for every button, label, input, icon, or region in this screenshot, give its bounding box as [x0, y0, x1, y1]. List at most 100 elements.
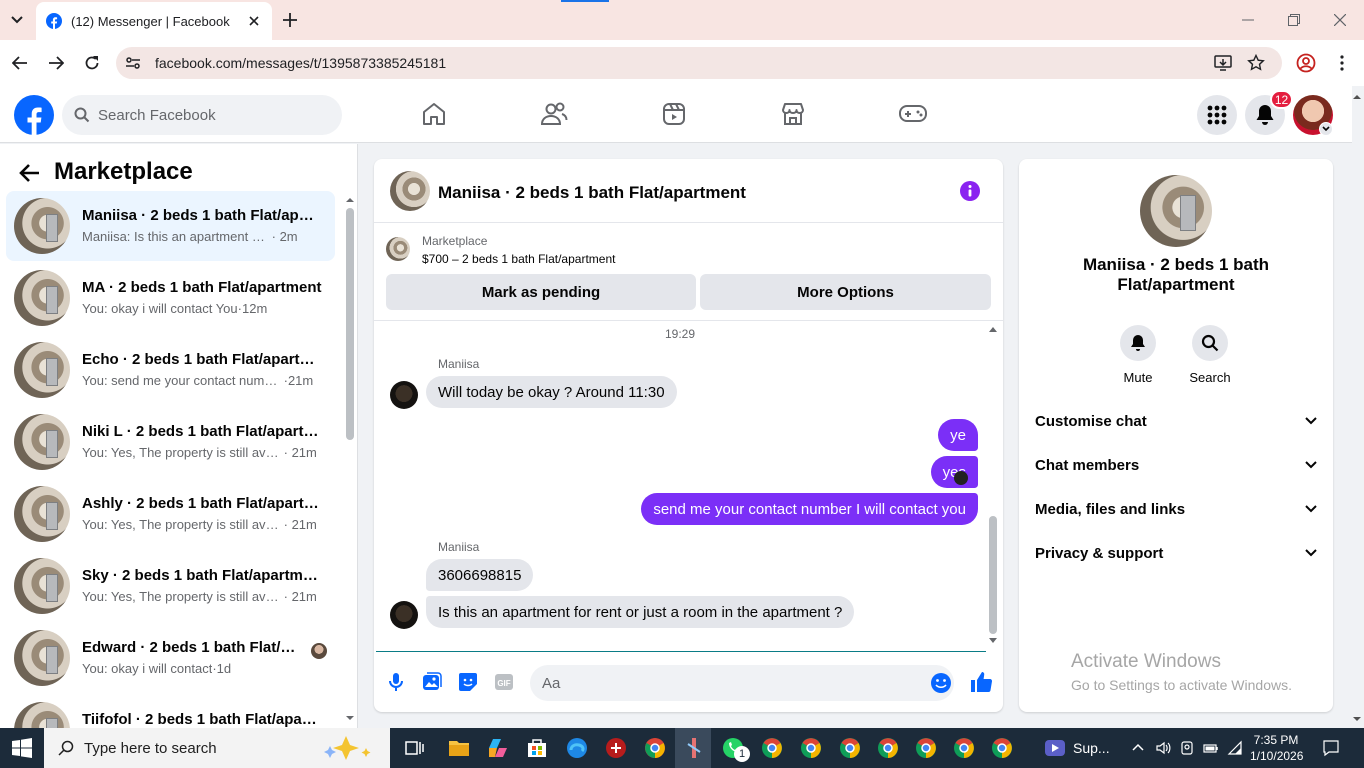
message-bubble-incoming[interactable]: Will today be okay ? Around 11:30 — [426, 376, 677, 408]
wifi-icon[interactable] — [1227, 740, 1243, 756]
chrome-profile-icon[interactable] — [643, 736, 667, 760]
chrome-profile-icon[interactable] — [838, 736, 862, 760]
chrome-profile-icon[interactable] — [952, 736, 976, 760]
section-privacy-support[interactable]: Privacy & support — [1035, 541, 1317, 565]
chrome-profile-icon[interactable] — [990, 736, 1014, 760]
facebook-search[interactable] — [62, 95, 342, 135]
sidebar-scroll-down-arrow[interactable] — [346, 714, 354, 722]
nav-friends[interactable] — [539, 99, 569, 129]
emoji-icon[interactable] — [930, 672, 952, 694]
microsoft-store-icon[interactable] — [525, 736, 549, 760]
reload-button[interactable] — [80, 51, 104, 75]
facebook-logo-icon[interactable] — [14, 95, 54, 135]
taskbar-search[interactable]: Type here to search — [44, 728, 390, 768]
more-options-button[interactable]: More Options — [700, 274, 991, 310]
listing-thumbnail — [14, 414, 70, 470]
voice-clip-button[interactable] — [385, 671, 407, 693]
attach-photo-button[interactable] — [421, 671, 443, 693]
message-bubble-incoming[interactable]: Is this an apartment for rent or just a … — [426, 596, 855, 628]
message-bubble-outgoing[interactable]: send me your contact number I will conta… — [641, 493, 978, 525]
back-button[interactable] — [8, 51, 32, 75]
browser-tab-active[interactable]: (12) Messenger | Facebook — [36, 2, 272, 40]
tab-close-icon[interactable] — [246, 13, 262, 29]
search-action[interactable]: Search — [1180, 325, 1240, 385]
notification-center-icon[interactable] — [1322, 739, 1340, 757]
search-input[interactable] — [98, 106, 318, 124]
profile-button[interactable] — [1294, 51, 1318, 75]
tab-search-dropdown[interactable] — [6, 9, 28, 31]
page-scroll-up-arrow[interactable] — [1352, 92, 1362, 102]
file-explorer-icon[interactable] — [447, 736, 471, 760]
sidebar-scroll-up-arrow[interactable] — [346, 196, 354, 204]
message-bubble-outgoing[interactable]: yes — [930, 456, 978, 488]
section-media-files-links[interactable]: Media, files and links — [1035, 497, 1317, 521]
info-icon[interactable] — [960, 181, 980, 201]
battery-icon[interactable] — [1203, 740, 1219, 756]
meet-now-icon[interactable] — [1179, 740, 1195, 756]
mark-as-pending-button[interactable]: Mark as pending — [386, 274, 696, 310]
volume-icon[interactable] — [1155, 740, 1171, 756]
site-info-icon[interactable] — [124, 54, 142, 72]
chat-scrollbar-thumb[interactable] — [989, 516, 997, 634]
back-arrow-icon[interactable] — [18, 161, 42, 185]
message-bubble-outgoing[interactable]: ye — [938, 419, 978, 451]
task-view-icon[interactable] — [402, 736, 426, 760]
section-chat-members[interactable]: Chat members — [1035, 453, 1317, 477]
sender-avatar[interactable] — [390, 381, 418, 409]
browser-menu-button[interactable] — [1330, 51, 1354, 75]
message-bubble-incoming[interactable]: 3606698815 — [426, 559, 534, 591]
chrome-profile-icon[interactable] — [876, 736, 900, 760]
menu-button[interactable] — [1197, 95, 1237, 135]
forward-button[interactable] — [44, 51, 68, 75]
edge-icon[interactable] — [565, 736, 589, 760]
page-scroll-down-arrow[interactable] — [1352, 714, 1362, 724]
conversation-item[interactable]: Echo · 2 beds 1 bath Flat/apartment You:… — [6, 335, 335, 405]
install-app-icon[interactable] — [1214, 54, 1232, 72]
system-clock[interactable]: 7:35 PM 1/10/2026 — [1250, 732, 1303, 764]
copilot-icon[interactable] — [486, 736, 510, 760]
listing-detail[interactable]: $700 – 2 beds 1 bath Flat/apartment — [422, 252, 615, 266]
chat-scroll-down-arrow[interactable] — [988, 637, 998, 645]
conversation-item[interactable]: Ashly · 2 beds 1 bath Flat/apartment You… — [6, 479, 335, 549]
conversation-item[interactable]: Niki L · 2 beds 1 bath Flat/apartment Yo… — [6, 407, 335, 477]
nav-marketplace[interactable] — [778, 99, 808, 129]
window-minimize-button[interactable] — [1238, 10, 1258, 30]
new-tab-button[interactable] — [280, 10, 300, 30]
sticker-icon — [459, 673, 477, 691]
sidebar-scrollbar-thumb[interactable] — [346, 208, 354, 440]
window-close-button[interactable] — [1330, 10, 1350, 30]
taskbar-app-label[interactable]: Sup... — [1073, 740, 1110, 756]
chat-thumbnail[interactable] — [390, 171, 430, 211]
nav-video[interactable] — [659, 99, 689, 129]
nav-gaming[interactable] — [898, 99, 928, 129]
section-customise-chat[interactable]: Customise chat — [1035, 409, 1317, 433]
conversation-info-panel: Maniisa · 2 beds 1 bath Flat/apartment M… — [1019, 159, 1333, 712]
address-bar[interactable]: facebook.com/messages/t/1395873385245181 — [116, 47, 1282, 79]
sticker-button[interactable] — [457, 671, 479, 693]
bookmark-star-icon[interactable] — [1247, 54, 1265, 72]
game-app-icon[interactable] — [604, 736, 628, 760]
tray-chevron-up-icon[interactable] — [1130, 740, 1146, 756]
gif-button[interactable]: GIF — [493, 671, 515, 693]
conversation-item[interactable]: Sky · 2 beds 1 bath Flat/apartment You: … — [6, 551, 335, 621]
message-input[interactable] — [530, 665, 954, 701]
account-caret[interactable] — [1319, 122, 1333, 136]
windows-start-icon[interactable] — [12, 738, 32, 758]
thumbs-up-icon[interactable] — [969, 670, 993, 694]
mute-action[interactable]: Mute — [1108, 325, 1168, 385]
chat-title[interactable]: Maniisa · 2 beds 1 bath Flat/apartment — [438, 183, 746, 203]
window-restore-button[interactable] — [1284, 10, 1304, 30]
sender-avatar[interactable] — [390, 601, 418, 629]
listing-photo[interactable] — [1140, 175, 1212, 247]
conversation-item[interactable]: Tiifofol · 2 beds 1 bath Flat/apartment — [6, 695, 335, 728]
pinned-app-icon[interactable] — [682, 736, 706, 760]
nav-home[interactable] — [419, 99, 449, 129]
chrome-profile-icon[interactable] — [799, 736, 823, 760]
conversation-item[interactable]: Maniisa · 2 beds 1 bath Flat/apartment M… — [6, 191, 335, 261]
chat-scroll-up-arrow[interactable] — [988, 325, 998, 333]
conversation-item[interactable]: MA · 2 beds 1 bath Flat/apartment You: o… — [6, 263, 335, 333]
chrome-profile-icon[interactable] — [914, 736, 938, 760]
conversation-item[interactable]: Edward · 2 beds 1 bath Flat/apartment Yo… — [6, 623, 335, 693]
chrome-profile-icon[interactable] — [760, 736, 784, 760]
video-app-icon[interactable] — [1043, 736, 1067, 760]
